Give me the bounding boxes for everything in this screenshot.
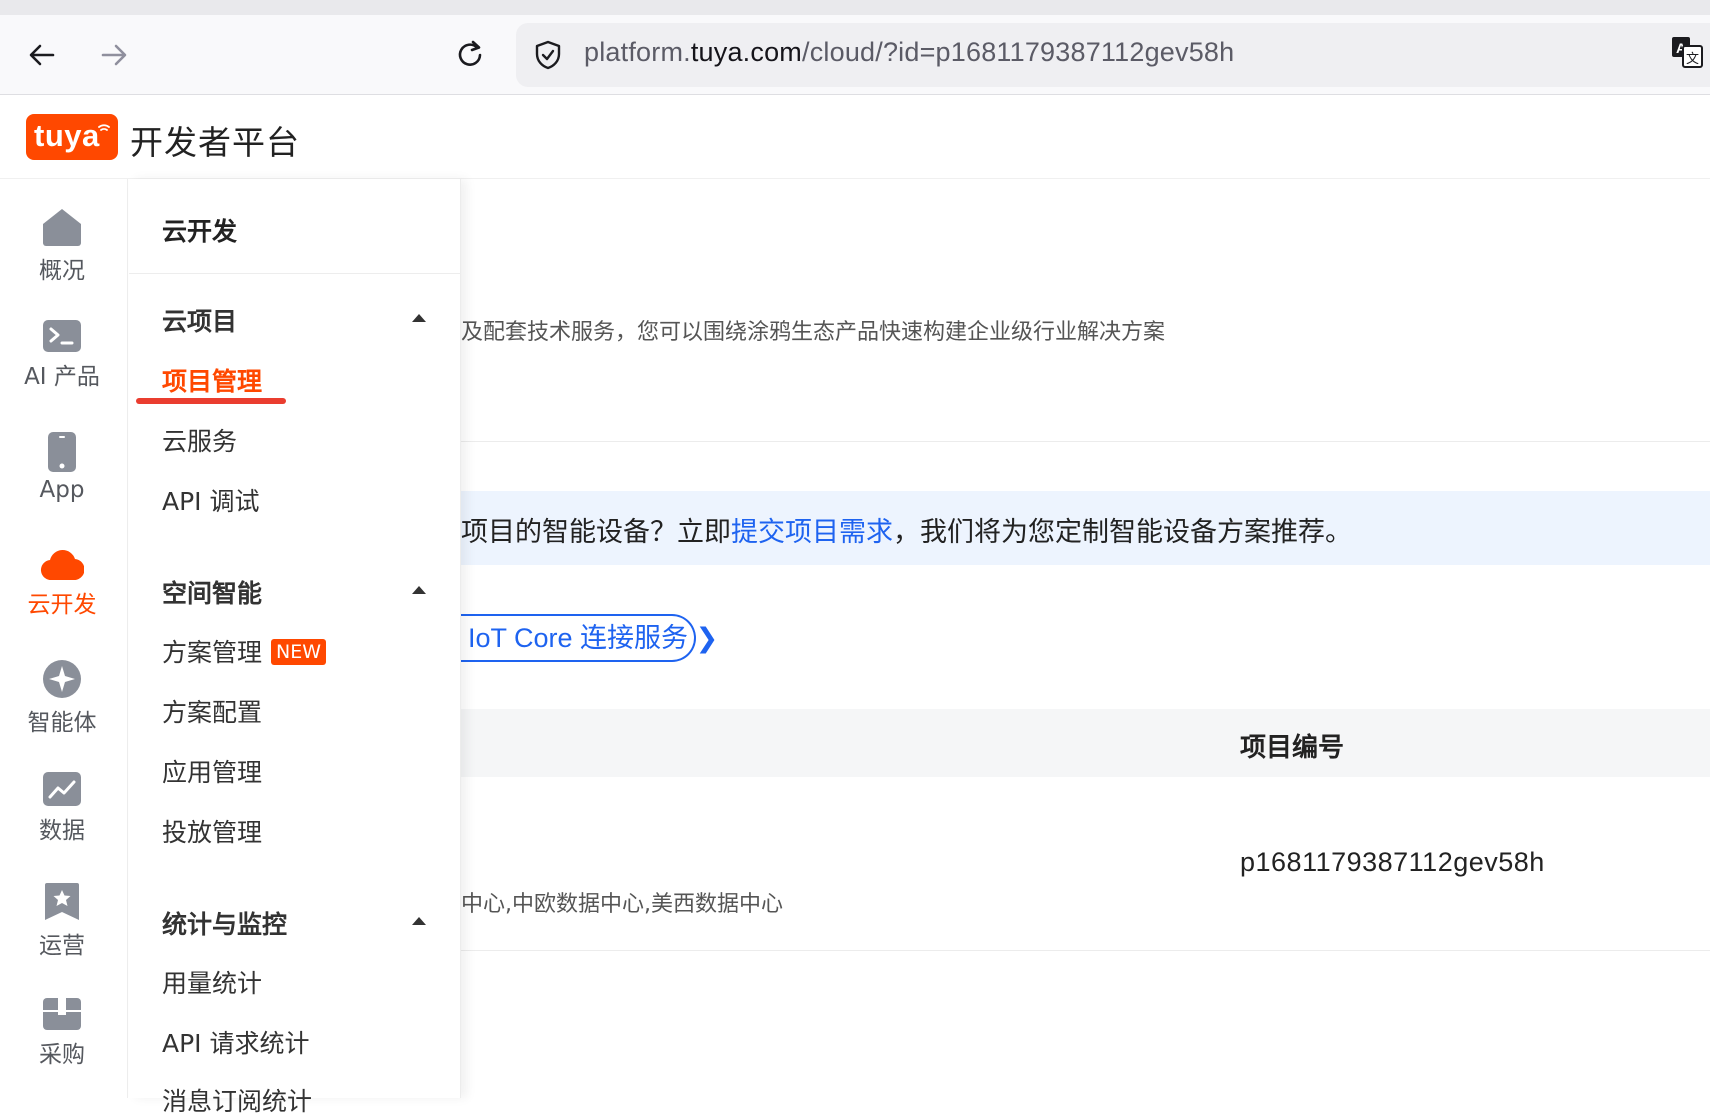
box-icon bbox=[43, 998, 81, 1030]
submit-requirement-link[interactable]: 提交项目需求 bbox=[731, 517, 893, 548]
menu-item-api-debug[interactable]: API 调试 bbox=[162, 482, 260, 518]
active-underline bbox=[136, 398, 286, 404]
rail-label: AI 产品 bbox=[24, 364, 100, 390]
rail-item-agent[interactable]: 智能体 bbox=[0, 659, 124, 759]
cloud-submenu: 云开发 云项目 项目管理 云服务 API 调试 空间智能 方案管理 NEW 方案配… bbox=[129, 179, 461, 1116]
new-badge: NEW bbox=[271, 639, 327, 665]
menu-item-label: 方案管理 bbox=[162, 638, 263, 667]
group-cloud-project[interactable]: 云项目 bbox=[162, 302, 237, 338]
wifi-icon bbox=[98, 124, 110, 131]
rail-item-cloud[interactable]: 云开发 bbox=[0, 547, 124, 647]
rail-label: 采购 bbox=[39, 1042, 85, 1068]
rail-item-ai-products[interactable]: AI 产品 bbox=[0, 319, 124, 419]
divider bbox=[129, 273, 461, 274]
rail-label: App bbox=[39, 477, 85, 503]
url-text: platform.tuya.com/cloud/?id=p16811793871… bbox=[584, 37, 1234, 68]
bookmark-star-icon bbox=[45, 883, 79, 920]
divider bbox=[461, 441, 1710, 442]
logo-text: tuya bbox=[34, 118, 100, 153]
cloud-icon bbox=[41, 550, 84, 581]
menu-item-solution-config[interactable]: 方案配置 bbox=[162, 693, 262, 729]
main-content: 及配套技术服务，您可以围绕涂鸦生态产品快速构建企业级行业解决方案 项目的智能设备… bbox=[461, 179, 1710, 1098]
tuya-logo[interactable]: tuya bbox=[26, 114, 118, 160]
browser-tabstrip bbox=[0, 0, 1710, 15]
menu-item-app-management[interactable]: 应用管理 bbox=[162, 753, 262, 789]
menu-item-usage-stats[interactable]: 用量统计 bbox=[162, 964, 262, 1000]
submenu-title: 云开发 bbox=[162, 217, 238, 246]
iot-core-button[interactable]: IoT Core 连接服务 ❯ bbox=[461, 614, 718, 662]
data-center-cell: 中心,中欧数据中心,美西数据中心 bbox=[461, 892, 783, 917]
rail-label: 概况 bbox=[39, 258, 85, 284]
rail-label: 运营 bbox=[39, 933, 85, 959]
svg-text:文: 文 bbox=[1686, 52, 1699, 67]
icon-rail: 概况 AI 产品 App 云开发 智能体 数据 运营 采购 bbox=[0, 179, 128, 1098]
rail-label: 云开发 bbox=[27, 592, 97, 618]
url-domain: tuya.com bbox=[690, 37, 802, 67]
rail-item-purchase[interactable]: 采购 bbox=[0, 997, 124, 1097]
rail-item-app[interactable]: App bbox=[0, 431, 124, 531]
notice-text: 项目的智能设备？立即提交项目需求，我们将为您定制智能设备方案推荐。 bbox=[461, 510, 1352, 549]
menu-item-message-subscription-stats[interactable]: 消息订阅统计 bbox=[162, 1082, 312, 1118]
chart-icon bbox=[43, 772, 81, 806]
url-path: /cloud/?id=p1681179387112gev58h bbox=[802, 37, 1235, 67]
menu-item-solution-management[interactable]: 方案管理 NEW bbox=[162, 633, 327, 669]
arrow-right-icon bbox=[101, 44, 127, 66]
caret-up-icon[interactable] bbox=[412, 314, 426, 322]
shield-icon[interactable] bbox=[532, 39, 564, 71]
sparkle-icon bbox=[43, 660, 81, 698]
menu-item-project-management[interactable]: 项目管理 bbox=[162, 362, 262, 398]
project-id-cell: p1681179387112gev58h bbox=[1240, 847, 1545, 877]
rail-item-overview[interactable]: 概况 bbox=[0, 207, 124, 307]
back-button[interactable] bbox=[22, 35, 62, 75]
rail-label: 智能体 bbox=[27, 710, 97, 736]
caret-up-icon[interactable] bbox=[412, 586, 426, 594]
arrow-left-icon bbox=[29, 44, 55, 66]
menu-item-api-request-stats[interactable]: API 请求统计 bbox=[162, 1024, 310, 1060]
rail-label: 数据 bbox=[39, 818, 85, 844]
app-header: tuya 开发者平台 bbox=[0, 95, 1710, 179]
platform-title: 开发者平台 bbox=[130, 123, 300, 162]
home-icon bbox=[43, 209, 81, 246]
address-bar[interactable]: platform.tuya.com/cloud/?id=p16811793871… bbox=[516, 23, 1710, 87]
terminal-icon bbox=[43, 320, 81, 352]
rail-item-operations[interactable]: 运营 bbox=[0, 882, 124, 982]
group-spatial-intelligence[interactable]: 空间智能 bbox=[162, 574, 262, 610]
notice-text-before: 项目的智能设备？立即 bbox=[461, 517, 731, 548]
page-description: 及配套技术服务，您可以围绕涂鸦生态产品快速构建企业级行业解决方案 bbox=[461, 320, 1166, 345]
column-header-project-id: 项目编号 bbox=[1240, 733, 1345, 763]
phone-icon bbox=[48, 432, 76, 472]
chevron-right-icon: ❯ bbox=[695, 623, 719, 654]
url-prefix: platform. bbox=[584, 37, 691, 67]
menu-item-delivery-management[interactable]: 投放管理 bbox=[162, 813, 262, 849]
iot-core-label: IoT Core 连接服务 bbox=[468, 623, 689, 653]
notice-text-after: ，我们将为您定制智能设备方案推荐。 bbox=[893, 517, 1352, 548]
reload-button[interactable] bbox=[450, 35, 490, 75]
forward-button[interactable] bbox=[94, 35, 134, 75]
table-header: 项目编号 bbox=[461, 709, 1710, 777]
rail-item-data[interactable]: 数据 bbox=[0, 771, 124, 871]
notice-banner: 项目的智能设备？立即提交项目需求，我们将为您定制智能设备方案推荐。 bbox=[461, 491, 1710, 565]
translate-icon[interactable]: A 文 bbox=[1670, 35, 1704, 69]
menu-item-cloud-service[interactable]: 云服务 bbox=[162, 422, 237, 458]
caret-up-icon[interactable] bbox=[412, 917, 426, 925]
browser-toolbar: platform.tuya.com/cloud/?id=p16811793871… bbox=[0, 15, 1710, 95]
reload-icon bbox=[458, 40, 482, 66]
divider bbox=[461, 950, 1710, 951]
group-stats-monitor[interactable]: 统计与监控 bbox=[162, 905, 287, 941]
